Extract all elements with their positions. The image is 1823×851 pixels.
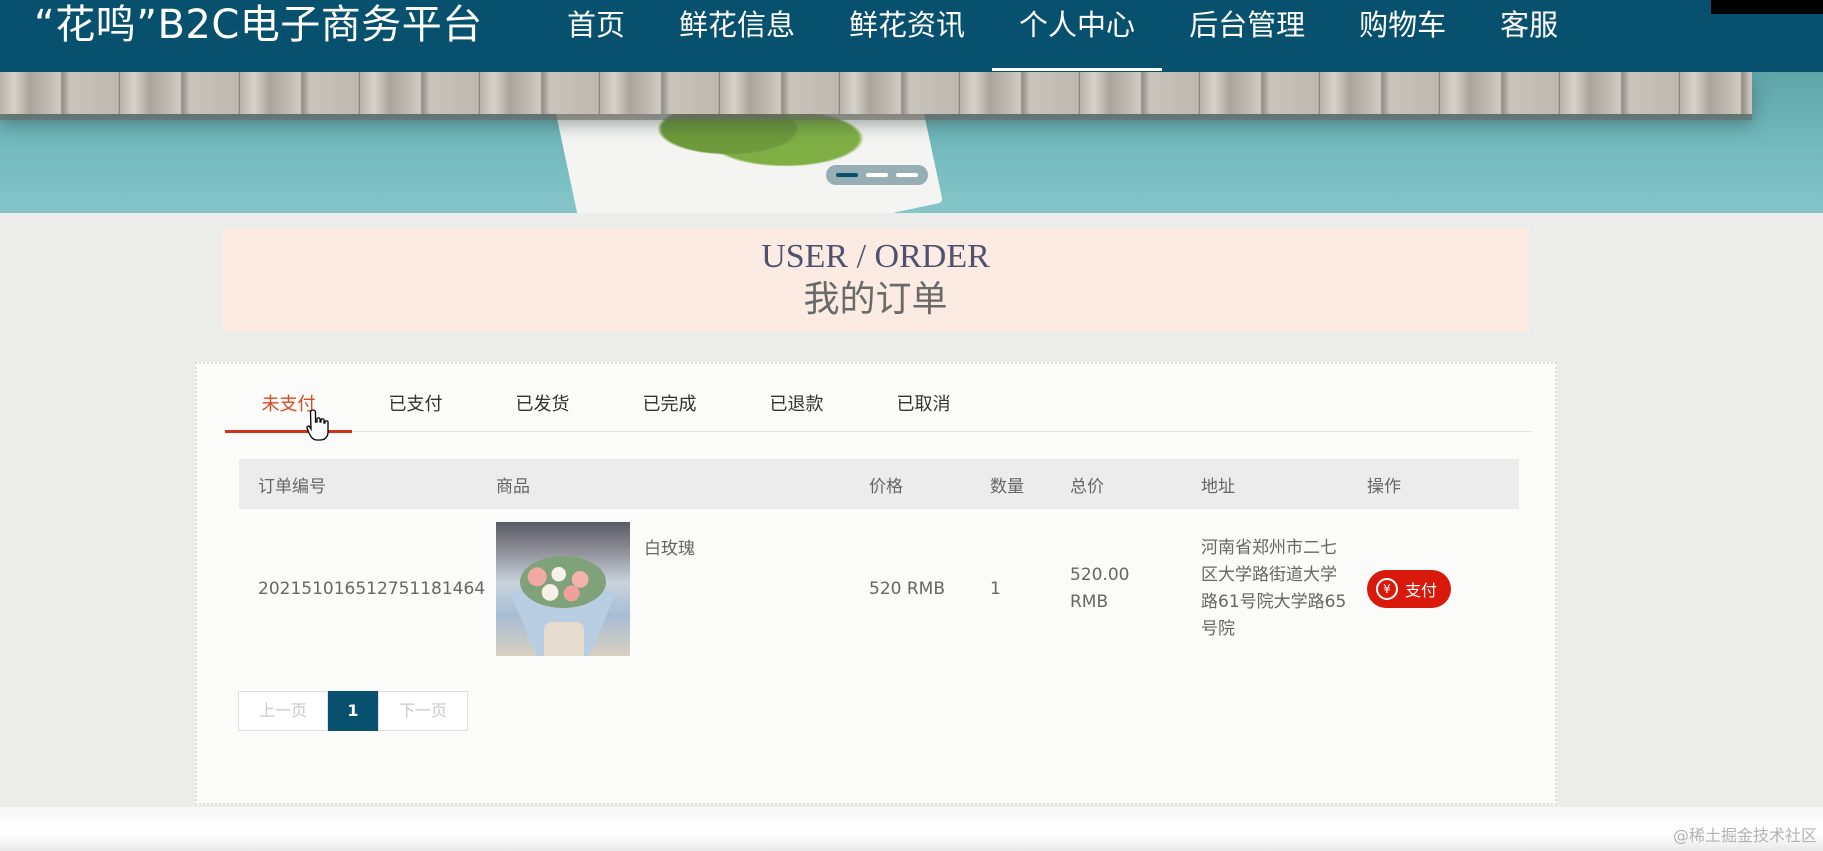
header-price: 价格	[869, 476, 903, 497]
bouquet-roses	[520, 556, 606, 608]
banner-carousel	[0, 72, 1823, 213]
tab-cancelled[interactable]: 已取消	[860, 386, 987, 431]
corner-login-box[interactable]	[1711, 0, 1823, 14]
product-name[interactable]: 白玫瑰	[644, 534, 695, 559]
orders-panel: 未支付 已支付 已发货 已完成 已退款 已取消 订单编号 商品 价格 数量 总价…	[195, 362, 1557, 805]
bouquet-base	[544, 622, 584, 656]
header-total: 总价	[1070, 476, 1104, 497]
carousel-dot-3[interactable]	[896, 173, 918, 177]
table-header: 订单编号 商品 价格 数量 总价 地址 操作	[239, 459, 1519, 509]
watermark-text: @稀土掘金技术社区	[1672, 826, 1817, 845]
pay-button-label: 支付	[1405, 581, 1438, 600]
product-thumbnail[interactable]	[496, 522, 630, 656]
top-navbar: “花鸣”B2C电子商务平台 首页 鲜花信息 鲜花资讯 个人中心 后台管理 购物车…	[0, 0, 1823, 72]
carousel-dot-2[interactable]	[866, 173, 888, 177]
main-nav: 首页 鲜花信息 鲜花资讯 个人中心 后台管理 购物车 客服	[540, 0, 1585, 72]
page-title-cn: 我的订单	[803, 279, 948, 320]
tab-unpaid[interactable]: 未支付	[225, 386, 352, 433]
current-page-button[interactable]: 1	[328, 691, 378, 731]
prev-page-button[interactable]: 上一页	[238, 691, 328, 731]
nav-flower-info[interactable]: 鲜花信息	[652, 0, 822, 50]
tab-completed[interactable]: 已完成	[606, 386, 733, 431]
nav-admin[interactable]: 后台管理	[1162, 0, 1332, 50]
header-action: 操作	[1367, 476, 1401, 497]
pay-button[interactable]: ¥ 支付	[1367, 570, 1452, 608]
orders-table: 订单编号 商品 价格 数量 总价 地址 操作 20215101651275118…	[239, 459, 1519, 669]
header-product: 商品	[496, 476, 530, 497]
header-quantity: 数量	[990, 476, 1024, 497]
price-value: 520 RMB	[869, 579, 945, 599]
header-address: 地址	[1201, 476, 1235, 497]
banner-wood-shelf	[0, 72, 1752, 114]
action-cell: ¥ 支付	[1367, 570, 1519, 608]
quantity-value: 1	[990, 579, 1001, 599]
footer-strip	[0, 807, 1823, 851]
tab-refunded[interactable]: 已退款	[733, 386, 860, 431]
product-cell: 白玫瑰	[496, 522, 869, 656]
total-value: 520.00 RMB	[1070, 565, 1130, 612]
nav-customer-service[interactable]: 客服	[1473, 0, 1585, 50]
nav-cart[interactable]: 购物车	[1332, 0, 1473, 50]
banner-shelf-edge	[0, 114, 1752, 120]
tab-paid[interactable]: 已支付	[352, 386, 479, 431]
carousel-dot-1[interactable]	[836, 173, 858, 177]
order-number: 20215101651275118146​4	[258, 579, 486, 599]
order-status-tabs: 未支付 已支付 已发货 已完成 已退款 已取消	[225, 386, 1531, 433]
nav-flower-news[interactable]: 鲜花资讯	[822, 0, 992, 50]
hand-cursor-icon	[306, 409, 329, 441]
site-brand[interactable]: “花鸣”B2C电子商务平台	[34, 0, 483, 50]
nav-personal-center[interactable]: 个人中心	[992, 0, 1163, 71]
header-order-no: 订单编号	[258, 476, 326, 497]
yen-icon: ¥	[1376, 578, 1398, 600]
tab-shipped[interactable]: 已发货	[479, 386, 606, 431]
next-page-button[interactable]: 下一页	[378, 691, 468, 731]
page-title-en: USER / ORDER	[761, 238, 990, 275]
address-value: 河南省郑州市二七区大学路街道大学路61号院大学路65号院	[1201, 538, 1347, 639]
nav-home[interactable]: 首页	[540, 0, 652, 50]
page-title-block: USER / ORDER 我的订单	[222, 228, 1529, 332]
carousel-indicators	[826, 165, 928, 185]
pagination: 上一页 1 下一页	[238, 691, 468, 731]
table-row: 20215101651275118146​4 白玫瑰 520 RMB 1 520…	[239, 509, 1519, 669]
